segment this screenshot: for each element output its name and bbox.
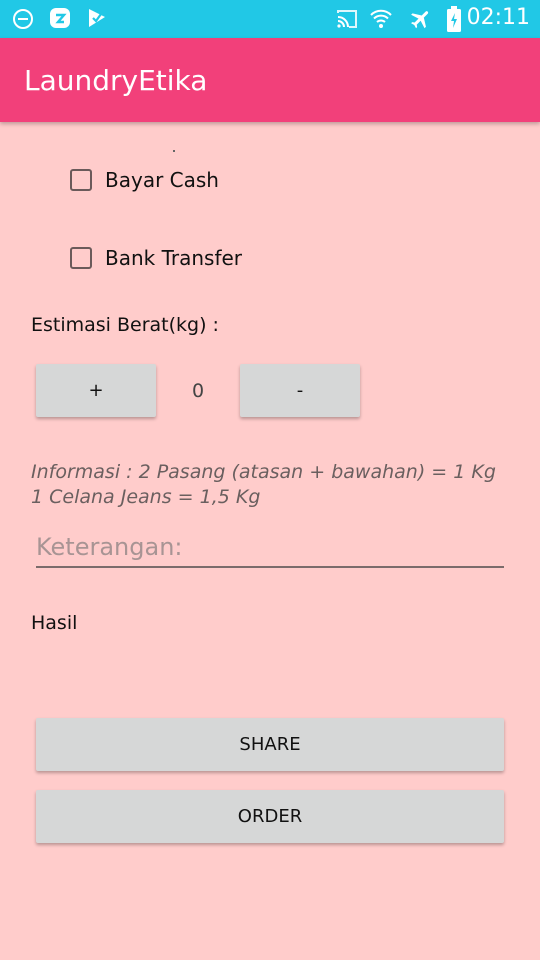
checkbox-bank-transfer[interactable]: Bank Transfer [70, 243, 242, 273]
do-not-disturb-icon [13, 9, 33, 29]
weight-value: 0 [191, 380, 205, 402]
increment-button[interactable]: + [36, 364, 156, 417]
cast-icon [337, 10, 357, 28]
checkbox-label: Bayar Cash [105, 168, 219, 192]
checkbox-bayar-cash[interactable]: Bayar Cash [70, 165, 219, 195]
notes-input[interactable] [36, 528, 504, 568]
order-button[interactable]: ORDER [36, 790, 504, 843]
airplane-mode-icon [411, 11, 429, 29]
checkbox-box[interactable] [70, 169, 92, 191]
decrement-button[interactable]: - [240, 364, 360, 417]
app-title: LaundryEtika [24, 64, 208, 97]
checkbox-box[interactable] [70, 247, 92, 269]
weight-label: Estimasi Berat(kg) : [31, 314, 219, 336]
divider-dot [173, 150, 175, 152]
wifi-icon [370, 9, 392, 28]
download-check-icon [89, 9, 105, 27]
checkbox-label: Bank Transfer [105, 246, 243, 270]
app-notification-icon [50, 8, 70, 28]
status-bar: 02:11 [0, 0, 540, 38]
status-time: 02:11 [466, 5, 530, 30]
app-bar: LaundryEtika [0, 38, 540, 122]
info-line-2: 1 Celana Jeans = 1,5 Kg [31, 486, 261, 508]
info-line-1: Informasi : 2 Pasang (atasan + bawahan) … [31, 461, 496, 483]
info-text: Informasi : 2 Pasang (atasan + bawahan) … [31, 460, 496, 510]
share-button[interactable]: SHARE [36, 718, 504, 771]
battery-charging-icon [447, 6, 461, 32]
result-label: Hasil [31, 612, 78, 634]
